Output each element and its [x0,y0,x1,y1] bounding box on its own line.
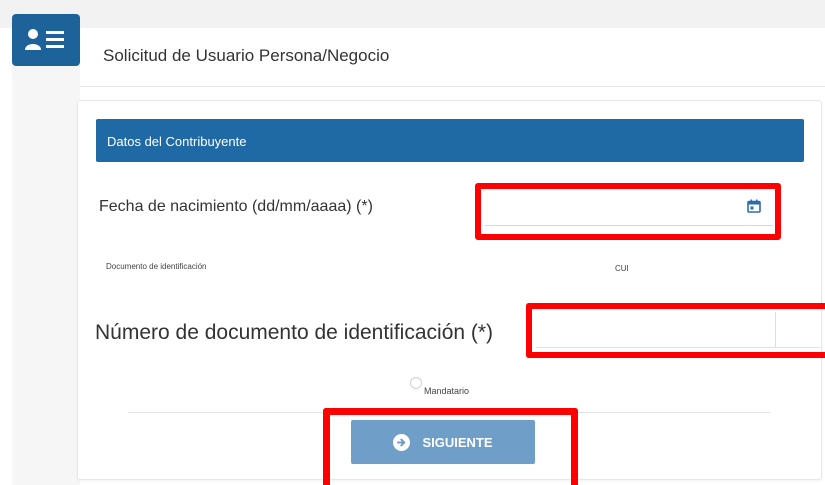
mandatario-radio[interactable] [410,377,422,389]
document-type-label: Documento de identificación [106,262,207,271]
page-title: Solicitud de Usuario Persona/Negocio [103,46,390,65]
mandatario-label: Mandatario [424,386,470,396]
document-number-addon [776,312,820,348]
birth-date-label: Fecha de nacimiento (dd/mm/aaaa) (*) [99,198,373,215]
arrow-right-circle-icon [393,433,411,451]
calendar-icon[interactable] [747,199,761,213]
document-number-input[interactable] [536,312,776,348]
birth-date-input[interactable] [485,192,773,226]
document-type-value[interactable]: CUI [615,264,629,273]
next-button[interactable]: SIGUIENTE [351,420,535,464]
left-rail [12,65,80,485]
next-button-label: SIGUIENTE [422,434,493,450]
section-title: Datos del Contribuyente [107,134,247,149]
document-number-label: Número de documento de identificación (*… [95,321,494,344]
user-card-icon [12,14,80,66]
top-band [0,0,825,28]
